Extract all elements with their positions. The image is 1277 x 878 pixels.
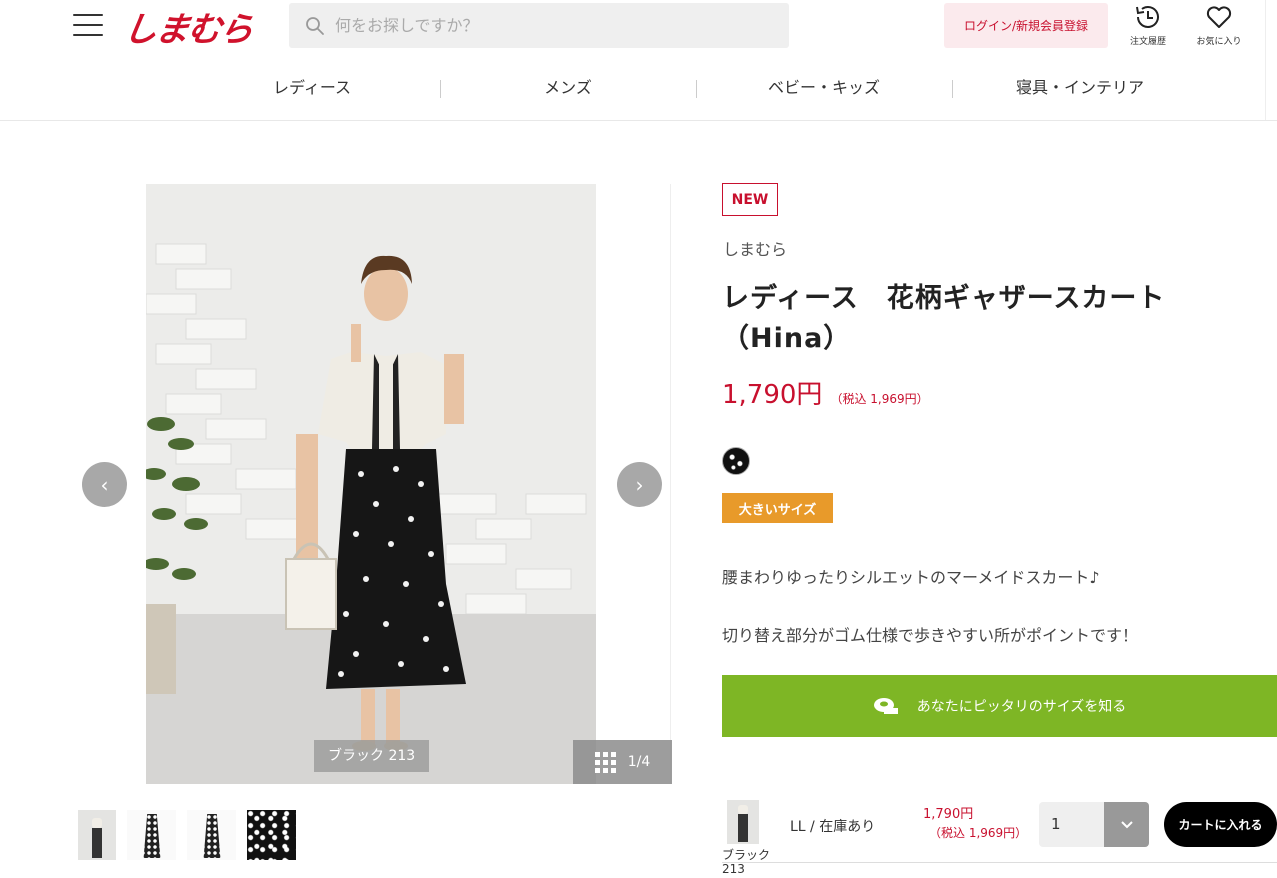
thumbnail-list — [78, 810, 296, 860]
order-history-label: 注文履歴 — [1129, 37, 1166, 47]
price-main: 1,790円 — [722, 380, 823, 410]
description-line-2: 切り替え部分がゴム仕様で歩きやすい所がポイントです！ — [722, 626, 1139, 645]
search-input[interactable] — [335, 16, 755, 35]
nav-item-ladies[interactable]: レディース — [184, 70, 440, 106]
gallery-prev-button[interactable]: ‹ — [82, 462, 127, 507]
category-nav: レディース メンズ ベビー・キッズ 寝具・インテリア — [184, 70, 1208, 106]
tape-measure-icon — [873, 698, 898, 714]
size-finder-label: あなたにピッタリのサイズを知る — [916, 699, 1127, 715]
gallery-border — [670, 184, 671, 784]
image-counter: 1/4 — [627, 754, 651, 770]
clock-icon — [1136, 6, 1159, 28]
color-label: ブラック 213 — [314, 740, 430, 772]
cart-divider — [722, 862, 1277, 863]
gallery-next-button[interactable]: › — [617, 462, 662, 507]
nav-item-mens[interactable]: メンズ — [440, 70, 696, 106]
thumbnail-4[interactable] — [247, 810, 296, 860]
cart-price: 1,790円 （税込 1,969円） — [923, 806, 1027, 842]
image-counter-button[interactable]: 1/4 — [573, 740, 672, 784]
add-to-cart-button[interactable]: カートに入れる — [1164, 802, 1277, 847]
brand-name: しまむら — [723, 240, 788, 259]
product-photo[interactable] — [146, 184, 596, 784]
nav-item-baby-kids[interactable]: ベビー・キッズ — [696, 70, 952, 106]
cart-price-tax: （税込 1,969円） — [929, 826, 1028, 840]
quantity-select[interactable]: 1 — [1039, 802, 1149, 847]
size-finder-button[interactable]: あなたにピッタリのサイズを知る — [722, 675, 1277, 737]
cart-size-stock: LL / 在庫あり — [790, 819, 876, 835]
header-divider — [0, 120, 1277, 121]
quantity-value: 1 — [1051, 815, 1061, 833]
search-icon — [306, 16, 324, 35]
heart-icon — [1206, 6, 1232, 28]
order-history-button[interactable]: 注文履歴 — [1118, 2, 1178, 47]
thumbnail-2[interactable] — [127, 810, 176, 860]
color-swatch[interactable] — [722, 447, 750, 475]
thumbnail-3[interactable] — [187, 810, 236, 860]
scrollbar[interactable] — [1265, 0, 1277, 120]
cart-price-main: 1,790円 — [923, 807, 974, 822]
favorites-label: お気に入り — [1196, 37, 1242, 47]
product-title: レディース 花柄ギャザースカート（Hina） — [722, 283, 1166, 354]
search-bar[interactable] — [289, 3, 789, 48]
thumbnail-1[interactable] — [78, 810, 116, 860]
new-badge: NEW — [722, 183, 778, 216]
description-line-1: 腰まわりゆったりシルエットのマーメイドスカート♪ — [722, 568, 1100, 587]
chevron-down-icon[interactable] — [1104, 802, 1149, 847]
cart-row: ブラック 213 LL / 在庫あり 1,790円 （税込 1,969円） 1 … — [722, 800, 1277, 876]
nav-item-bedding-interior[interactable]: 寝具・インテリア — [952, 70, 1208, 106]
size-badge: 大きいサイズ — [722, 493, 833, 523]
favorites-button[interactable]: お気に入り — [1189, 2, 1249, 47]
product-gallery: ‹ › ブラック 213 1/4 — [80, 184, 672, 784]
cart-thumbnail — [727, 800, 759, 844]
login-register-button[interactable]: ログイン/新規会員登録 — [944, 3, 1108, 48]
product-price: 1,790円 （税込 1,969円） — [722, 374, 929, 411]
menu-icon[interactable] — [73, 14, 103, 36]
shimamura-logo[interactable]: しまむら — [121, 2, 256, 51]
grid-icon — [594, 751, 616, 773]
price-tax: （税込 1,969円） — [830, 392, 929, 406]
